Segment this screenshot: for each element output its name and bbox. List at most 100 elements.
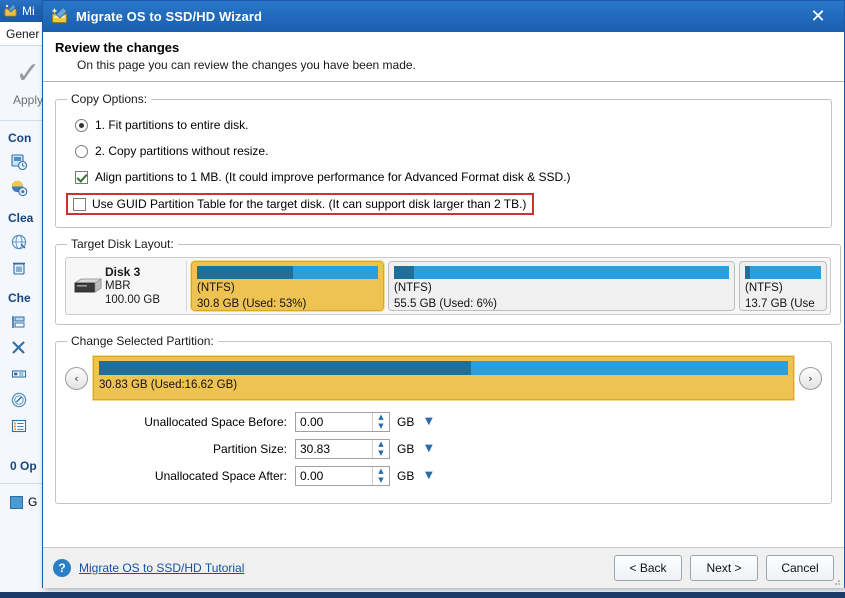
wizard-icon: [4, 2, 18, 20]
question-mark-icon[interactable]: ?: [53, 559, 71, 577]
wizard-footer-buttons: < Back Next > Cancel: [614, 555, 834, 581]
wizard-titlebar[interactable]: Migrate OS to SSD/HD Wizard ✕: [43, 1, 844, 32]
sidebar-apply-label: Apply: [12, 93, 44, 107]
unallocated-after-label: Unallocated Space After:: [154, 468, 287, 483]
radio-row-copy-without-resize[interactable]: 2. Copy partitions without resize.: [65, 138, 822, 164]
disk-name: Disk 3: [105, 265, 141, 279]
unallocated-before-input[interactable]: 0.00: [296, 413, 372, 431]
partition-resize-row: ‹ 30.83 GB (Used:16.62 GB) ›: [65, 354, 822, 402]
checkbox-row-guid-partition-table[interactable]: Use GUID Partition Table for the target …: [65, 190, 822, 218]
partition-1-fs: (NTFS): [197, 282, 235, 294]
selected-partition-bar[interactable]: 30.83 GB (Used:16.62 GB): [92, 355, 795, 401]
wizard-footer: ? Migrate OS to SSD/HD Tutorial < Back N…: [43, 547, 844, 588]
tutorial-link[interactable]: Migrate OS to SSD/HD Tutorial: [79, 561, 244, 575]
partition-1-usage-bar: [197, 266, 378, 279]
hard-disk-icon: [71, 278, 105, 294]
selected-partition-usage-bar: [99, 361, 788, 375]
radio-fit-partitions[interactable]: [75, 118, 88, 132]
wizard-page-header: Review the changes On this page you can …: [43, 32, 844, 82]
copy-options-group: Copy Options: 1. Fit partitions to entir…: [55, 92, 832, 228]
cancel-button[interactable]: Cancel: [766, 555, 834, 581]
checkbox-row-align-partitions[interactable]: Align partitions to 1 MB. (It could impr…: [65, 164, 822, 190]
unallocated-before-unit-dropdown-icon[interactable]: ▼: [425, 416, 433, 427]
unallocated-before-spin-buttons[interactable]: ▲ ▼: [372, 412, 389, 431]
page-title: Review the changes: [55, 40, 180, 55]
unallocated-after-input[interactable]: 0.00: [296, 467, 372, 485]
partition-3-size: 13.7 GB (Use: [745, 298, 815, 310]
disk-strip: Disk 3 MBR 100.00 GB (NTFS) 30.8 GB (Use…: [65, 257, 831, 315]
checkbox-align-partitions[interactable]: [75, 170, 88, 184]
partition-size-spin-buttons[interactable]: ▲ ▼: [372, 439, 389, 458]
sidebar-gt-label: G: [28, 495, 38, 509]
chevron-left-icon[interactable]: ‹: [65, 366, 88, 390]
unallocated-before-stepper[interactable]: 0.00 ▲ ▼: [295, 411, 390, 432]
list-icon: [10, 417, 28, 435]
partition-size-unit: GB: [397, 441, 415, 456]
partition-1[interactable]: (NTFS) 30.8 GB (Used: 53%): [190, 260, 385, 312]
spin-up-icon[interactable]: ▲: [373, 440, 389, 449]
partition-size-stepper[interactable]: 30.83 ▲ ▼: [295, 438, 390, 459]
checkbox-guid-partition-table-label: Use GUID Partition Table for the target …: [92, 197, 527, 211]
back-button[interactable]: < Back: [614, 555, 682, 581]
radio-row-fit-partitions[interactable]: 1. Fit partitions to entire disk.: [65, 112, 822, 138]
partition-size-input[interactable]: 30.83: [296, 440, 372, 458]
disk-info[interactable]: Disk 3 MBR 100.00 GB: [69, 261, 187, 311]
guid-highlight-box: Use GUID Partition Table for the target …: [66, 193, 535, 215]
partition-2-fs: (NTFS): [394, 282, 432, 294]
change-selected-partition-group: Change Selected Partition: ‹ 30.83 GB (U…: [55, 334, 832, 504]
partition-size-label: Partition Size:: [212, 441, 287, 456]
disk-meta: Disk 3 MBR 100.00 GB: [105, 265, 160, 307]
background-statusbar: [0, 592, 845, 598]
field-row-unallocated-after: Unallocated Space After: 0.00 ▲ ▼ GB ▼: [65, 462, 822, 489]
trash-icon: [10, 259, 28, 277]
partition-3-fs: (NTFS): [745, 282, 783, 294]
unallocated-after-stepper[interactable]: 0.00 ▲ ▼: [295, 465, 390, 486]
spin-down-icon[interactable]: ▼: [373, 476, 389, 485]
selected-partition-label: 30.83 GB (Used:16.62 GB): [99, 379, 238, 391]
surface-test-icon: [10, 313, 28, 331]
partition-3-usage-bar: [745, 266, 821, 279]
partition-size-fields: Unallocated Space Before: 0.00 ▲ ▼ GB ▼ …: [65, 408, 822, 489]
chevron-right-icon[interactable]: ›: [799, 366, 822, 390]
menu-item-general[interactable]: Gener: [6, 27, 39, 41]
unallocated-before-label: Unallocated Space Before:: [144, 414, 287, 429]
next-button[interactable]: Next >: [690, 555, 758, 581]
change-selected-partition-legend: Change Selected Partition:: [71, 334, 214, 348]
partition-2-size: 55.5 GB (Used: 6%): [394, 298, 497, 310]
spin-down-icon[interactable]: ▼: [373, 422, 389, 431]
field-row-unallocated-before: Unallocated Space Before: 0.00 ▲ ▼ GB ▼: [65, 408, 822, 435]
partition-2-usage-bar: [394, 266, 729, 279]
partition-1-size: 30.8 GB (Used: 53%): [197, 298, 307, 310]
checkbox-guid-partition-table[interactable]: [73, 197, 86, 211]
page-subtitle: On this page you can review the changes …: [77, 58, 416, 72]
resize-grip-icon[interactable]: [831, 575, 841, 585]
target-disk-layout-group: Target Disk Layout: Disk 3 MBR 100.00 GB…: [55, 237, 841, 325]
tools-icon: [10, 339, 28, 357]
partition-size-unit-dropdown-icon[interactable]: ▼: [425, 443, 433, 454]
disk-capacity: 100.00 GB: [105, 294, 160, 306]
radio-copy-without-resize[interactable]: [75, 144, 88, 158]
unallocated-before-unit: GB: [397, 414, 415, 429]
disk-scheme: MBR: [105, 280, 131, 292]
field-row-partition-size: Partition Size: 30.83 ▲ ▼ GB ▼: [65, 435, 822, 462]
unallocated-after-spin-buttons[interactable]: ▲ ▼: [372, 466, 389, 485]
partition-3[interactable]: (NTFS) 13.7 GB (Use: [739, 261, 827, 311]
wipe-disk-icon: [10, 233, 28, 251]
partition-2[interactable]: (NTFS) 55.5 GB (Used: 6%): [388, 261, 735, 311]
checkbox-align-partitions-label: Align partitions to 1 MB. (It could impr…: [95, 170, 571, 184]
target-disk-layout-legend: Target Disk Layout:: [71, 237, 174, 251]
copy-options-legend: Copy Options:: [71, 92, 148, 106]
migrate-os-wizard-dialog: Migrate OS to SSD/HD Wizard ✕ Review the…: [42, 0, 845, 588]
radio-copy-without-resize-label: 2. Copy partitions without resize.: [95, 144, 269, 158]
spin-down-icon[interactable]: ▼: [373, 449, 389, 458]
wizard-title-text: Migrate OS to SSD/HD Wizard: [76, 9, 263, 24]
close-icon[interactable]: ✕: [798, 1, 838, 32]
spin-up-icon[interactable]: ▲: [373, 467, 389, 476]
checkmark-icon: ✓: [15, 56, 41, 91]
spin-up-icon[interactable]: ▲: [373, 413, 389, 422]
disk-clone-icon: [10, 153, 28, 171]
unallocated-after-unit-dropdown-icon[interactable]: ▼: [425, 470, 433, 481]
background-title-text: Mi: [22, 4, 35, 18]
radio-fit-partitions-label: 1. Fit partitions to entire disk.: [95, 118, 249, 132]
check-circle-icon: [10, 391, 28, 409]
